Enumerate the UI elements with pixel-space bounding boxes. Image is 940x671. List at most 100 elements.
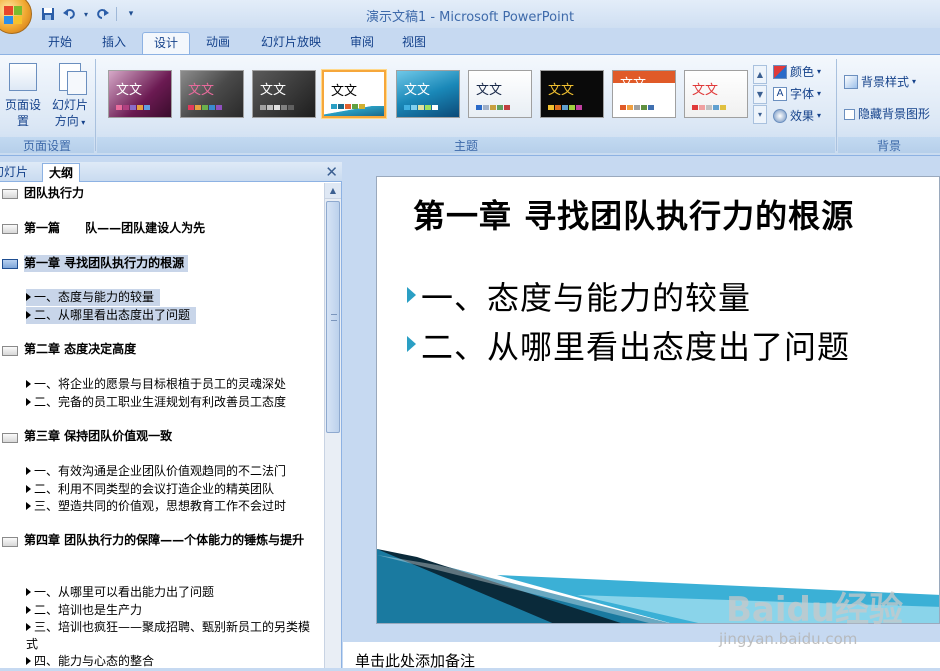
group-divider	[836, 59, 837, 151]
theme-thumbnail[interactable]: 文文	[252, 70, 316, 118]
outline-bullet[interactable]: 一、将企业的愿景与目标根植于员工的灵魂深处	[26, 376, 286, 393]
background-group-label: 背景	[838, 137, 940, 153]
slide-icon	[2, 224, 18, 234]
outline-bullet[interactable]: 一、态度与能力的较量	[26, 289, 161, 306]
hide-background-label: 隐藏背景图形	[858, 107, 931, 121]
outline-slide-title[interactable]: 第三章 保持团队价值观一致	[24, 428, 172, 445]
tab-slideshow[interactable]: 幻灯片放映	[252, 32, 330, 54]
outline-slide-title[interactable]: 第一章 寻找团队执行力的根源	[24, 255, 189, 272]
outline-bullet[interactable]: 二、利用不同类型的会议打造企业的精英团队	[26, 481, 274, 498]
window-title: 演示文稿1 - Microsoft PowerPoint	[365, 10, 575, 25]
bullet-icon	[26, 293, 31, 301]
theme-thumbnail[interactable]: 文文	[612, 70, 676, 118]
bullet-icon	[26, 467, 31, 475]
bullet-icon	[26, 485, 31, 493]
watermark-logo: Baidu经验	[726, 590, 904, 630]
bullet-icon	[26, 657, 31, 665]
checkbox-icon	[844, 108, 855, 120]
close-icon[interactable]: ✕	[325, 163, 338, 181]
page-setup-group-label: 页面设置	[0, 137, 94, 153]
outline-bullet[interactable]: 二、从哪里看出态度出了问题	[26, 307, 197, 324]
background-styles-button[interactable]: 背景样式 ▾	[844, 73, 916, 91]
theme-fonts-button[interactable]: A 字体 ▾	[773, 85, 821, 103]
slide-orientation-label-2: 方向	[54, 114, 79, 128]
theme-thumbnail[interactable]: 文文	[108, 70, 172, 118]
outline-slide-title[interactable]: 第二章 态度决定高度	[24, 341, 136, 358]
slide-icon	[2, 537, 18, 547]
tab-insert[interactable]: 插入	[92, 32, 136, 54]
effects-icon	[773, 109, 787, 123]
slide-icon	[2, 433, 18, 443]
gallery-down-icon[interactable]: ▼	[753, 85, 767, 104]
slide-title[interactable]: 第一章 寻找团队执行力的根源	[413, 191, 854, 237]
bullet-icon	[26, 623, 31, 631]
slide-bullet[interactable]: 一、态度与能力的较量	[407, 273, 751, 319]
title-bar: ▾ ▾ 演示文稿1 - Microsoft PowerPoint	[0, 0, 940, 34]
theme-thumbnail[interactable]: 文文	[468, 70, 532, 118]
slide-icon	[2, 189, 18, 199]
background-styles-icon	[844, 75, 858, 89]
theme-colors-button[interactable]: 颜色 ▾	[773, 63, 821, 81]
bullet-icon	[407, 336, 416, 352]
outline-slide-title[interactable]: 第四章 团队执行力的保障——个体能力的锤炼与提升	[24, 532, 320, 549]
outline-bullet[interactable]: 一、从哪里可以看出能力出了问题	[26, 584, 214, 601]
theme-gallery-scroll: ▲ ▼ ▾	[753, 65, 767, 125]
chevron-down-icon: ▾	[817, 67, 822, 76]
slide-orientation-icon	[59, 63, 87, 95]
theme-thumbnail[interactable]: 文文	[180, 70, 244, 118]
gallery-up-icon[interactable]: ▲	[753, 65, 767, 84]
font-icon: A	[773, 87, 787, 101]
scrollbar-thumb[interactable]	[326, 201, 340, 433]
tab-home[interactable]: 开始	[38, 32, 82, 54]
grip-icon	[331, 314, 337, 321]
outline-slide-title[interactable]: 团队执行力	[24, 185, 84, 202]
outline-bullet[interactable]: 一、有效沟通是企业团队价值观趋同的不二法门	[26, 463, 286, 480]
group-divider	[95, 59, 96, 151]
chevron-down-icon: ▾	[912, 77, 917, 86]
palette-icon	[773, 65, 787, 79]
tab-view[interactable]: 视图	[392, 32, 436, 54]
theme-thumbnail[interactable]: 文文	[684, 70, 748, 118]
slide-icon	[2, 346, 18, 356]
outline-bullet[interactable]: 四、能力与心态的整合	[26, 653, 154, 668]
theme-effects-label: 效果	[790, 109, 815, 123]
outline-bullet[interactable]: 二、完备的员工职业生涯规划有利改善员工态度	[26, 394, 286, 411]
watermark-url: jingyan.baidu.com	[719, 630, 858, 648]
theme-thumbnail-selected[interactable]: 文文	[322, 70, 386, 118]
theme-effects-button[interactable]: 效果 ▾	[773, 107, 821, 125]
outline-bullet[interactable]: 三、培训也疯狂——聚成招聘、甄别新员工的另类模式	[26, 619, 316, 653]
background-styles-label: 背景样式	[861, 75, 910, 89]
chevron-down-icon: ▾	[817, 111, 822, 120]
slide-bullet[interactable]: 二、从哪里看出态度出了问题	[407, 322, 850, 368]
tab-slides[interactable]: 幻灯片	[0, 163, 34, 182]
slide-canvas[interactable]: 第一章 寻找团队执行力的根源 一、态度与能力的较量 二、从哪里看出态度出了问题	[376, 176, 940, 624]
bullet-icon	[26, 588, 31, 596]
ribbon: 页面设置 幻灯片 方向 ▾ 页面设置 文文 文文 文文 文文 文文 文文 文文 …	[0, 54, 940, 156]
baidu-watermark: Baidu经验 jingyan.baidu.com	[716, 566, 940, 666]
tab-outline[interactable]: 大纲	[42, 163, 81, 182]
hide-background-checkbox[interactable]: 隐藏背景图形	[844, 105, 930, 123]
bullet-icon	[26, 606, 31, 614]
outline-slide-title[interactable]: 第一篇 队——团队建设人为先	[24, 220, 205, 237]
outline-scrollbar[interactable]: ▲	[324, 183, 341, 668]
theme-thumbnail[interactable]: 文文	[396, 70, 460, 118]
tab-design[interactable]: 设计	[142, 32, 190, 54]
tab-animations[interactable]: 动画	[196, 32, 240, 54]
chevron-down-icon: ▾	[817, 89, 822, 98]
theme-fonts-label: 字体	[790, 87, 815, 101]
slide-orientation-label-1: 幻灯片	[51, 98, 88, 112]
theme-colors-label: 颜色	[790, 65, 815, 79]
scroll-up-icon[interactable]: ▲	[325, 183, 341, 199]
slide-orientation-button[interactable]: 幻灯片 方向 ▾	[48, 63, 92, 131]
theme-thumbnail[interactable]: 文文	[540, 70, 604, 118]
outline-bullet[interactable]: 二、培训也是生产力	[26, 602, 142, 619]
outline-bullet[interactable]: 三、塑造共同的价值观，思想教育工作不会过时	[26, 498, 286, 515]
chevron-down-icon: ▾	[78, 118, 86, 127]
ribbon-tabs: 开始 插入 设计 动画 幻灯片放映 审阅 视图	[0, 28, 940, 54]
page-setup-label: 页面设置	[4, 98, 41, 128]
tab-review[interactable]: 审阅	[340, 32, 384, 54]
gallery-more-icon[interactable]: ▾	[753, 105, 767, 124]
outline-list[interactable]: 团队执行力 第一篇 队——团队建设人为先 第一章 寻找团队执行力的根源 一、态度…	[0, 183, 324, 668]
bullet-icon	[26, 380, 31, 388]
page-setup-button[interactable]: 页面设置	[0, 63, 46, 129]
